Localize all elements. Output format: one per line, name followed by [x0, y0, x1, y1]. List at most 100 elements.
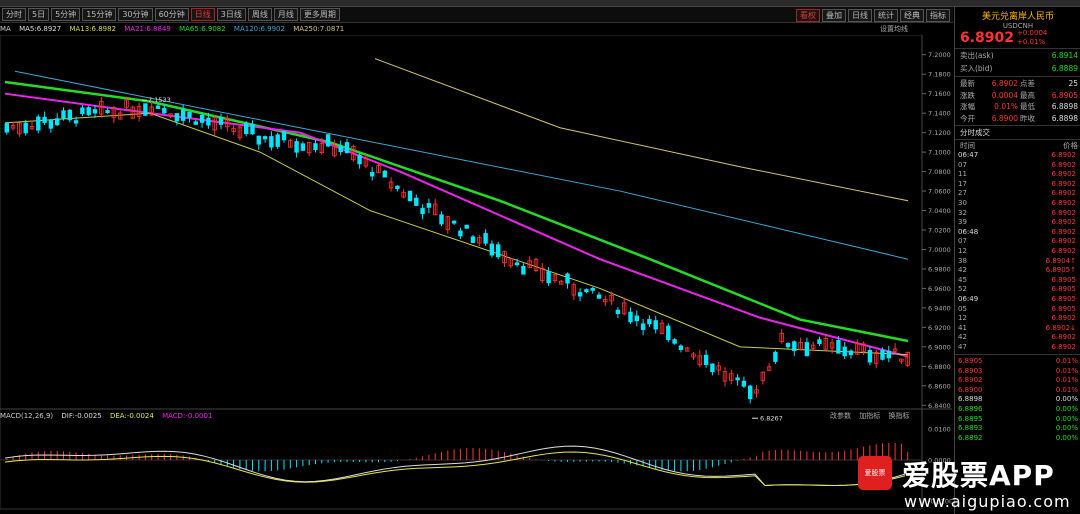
candle-body: [426, 203, 432, 208]
tick-time: 38: [958, 256, 967, 265]
ma13-value: MA13:6.8982: [69, 25, 117, 33]
bid-value: 6.8889: [1051, 64, 1078, 73]
ask-label: 卖出(ask): [960, 51, 994, 60]
candle-body: [615, 309, 621, 314]
tick-time: 06:47: [958, 151, 979, 159]
tick-price: 6.8902: [1051, 237, 1077, 246]
quote-stat-row: 今开 6.8900 昨收 6.8898: [960, 113, 1078, 124]
instrument-title: 美元兑离岸人民币: [981, 12, 1054, 22]
candle-body: [250, 123, 255, 135]
y-tick-label: 6.9200: [928, 324, 951, 332]
candle-body: [155, 105, 161, 109]
bid-label: 买入(bid): [960, 64, 993, 73]
period-button[interactable]: 更多周期: [299, 8, 340, 21]
depth-row: 6.8900 0.01%: [958, 386, 1078, 396]
kline-chart[interactable]: 7.2000 7.1800 7.1600 7.1400 7.1200 7.1000 7.08…: [0, 35, 952, 510]
period-button[interactable]: 15分钟: [82, 8, 117, 21]
period-button[interactable]: 30分钟: [118, 8, 153, 21]
candle-body: [357, 154, 362, 165]
period-button[interactable]: 周线: [247, 8, 272, 21]
chart-tool-button[interactable]: 统计: [874, 8, 898, 22]
depth-price: 6.8903: [958, 366, 983, 375]
period-button[interactable]: 3日线: [216, 8, 246, 21]
period-button[interactable]: 分时: [2, 8, 26, 21]
period-button[interactable]: 5分钟: [51, 8, 81, 21]
candle-body: [584, 289, 589, 292]
tick-price: 6.8902: [1051, 247, 1077, 255]
y-tick-label: 6.9800: [928, 265, 951, 273]
macd-axis-label: 0.0100: [928, 426, 951, 434]
ma65-line: [4, 80, 909, 343]
tick-row: 42 6.8902: [958, 333, 1076, 343]
tick-price: 6.8902: [1051, 160, 1077, 169]
candle-body: [313, 143, 318, 151]
candle-body: [804, 342, 810, 357]
y-tick-label: 6.9400: [928, 304, 951, 312]
candle-body: [817, 339, 822, 345]
tick-time: 41: [958, 323, 967, 332]
chart-tool-button[interactable]: 经典: [900, 8, 924, 22]
price-change: +0.0004 +0.01%: [1017, 29, 1047, 47]
stat-value: 0.01%: [994, 102, 1018, 111]
macd-switch-indicator-button[interactable]: 换指标: [888, 412, 909, 420]
depth-row: 6.8892 0.00%: [958, 434, 1078, 444]
stat-label: 最高: [1020, 90, 1035, 100]
candle-body: [590, 287, 595, 291]
bid-row: 买入(bid) 6.8889: [960, 63, 1078, 74]
candle-body: [653, 320, 658, 330]
candle-body: [218, 117, 224, 125]
depth-price: 6.8898: [958, 395, 983, 404]
candle-body: [565, 273, 570, 284]
ma21-line: [4, 92, 909, 358]
candle-body: [338, 145, 343, 153]
candle-body: [180, 109, 186, 121]
chart-tool-button[interactable]: 日线: [848, 8, 872, 22]
candle-body: [4, 123, 9, 133]
stat-value: 6.8898: [1051, 113, 1078, 123]
period-button[interactable]: 5日: [28, 8, 50, 21]
depth-pct: 0.01%: [1055, 376, 1078, 385]
chart-tool-button[interactable]: 指标: [926, 8, 950, 22]
candle-body: [647, 319, 652, 325]
candle-body: [281, 130, 287, 141]
candle-body: [640, 323, 646, 330]
chart-tool-button[interactable]: 看权: [796, 8, 820, 22]
candle-body: [174, 113, 180, 122]
tick-time: 52: [958, 285, 967, 294]
candle-body: [187, 111, 192, 118]
period-button[interactable]: 日线: [190, 8, 215, 21]
ma-settings[interactable]: 设置均线: [880, 24, 908, 35]
depth-pct: 0.00%: [1055, 405, 1078, 413]
tick-row: 17 6.8902: [958, 180, 1076, 190]
chart-tool-button[interactable]: 叠加: [822, 8, 846, 22]
y-tick-label: 7.1800: [928, 71, 951, 79]
y-tick-label: 7.1400: [928, 110, 951, 118]
y-tick-label: 7.2000: [928, 51, 951, 59]
period-button[interactable]: 月线: [273, 8, 298, 21]
y-tick-label: 6.8800: [928, 363, 951, 371]
ask-row: 卖出(ask) 6.8914: [960, 50, 1078, 61]
tick-row: 07 6.8902: [958, 161, 1076, 171]
depth-price: 6.8902: [958, 376, 983, 385]
macd-add-indicator-button[interactable]: 加指标: [859, 412, 880, 420]
tick-row: 12 6.8902: [958, 247, 1076, 257]
macd-tools: 改参数 加指标 换指标: [830, 411, 909, 421]
y-tick-label: 7.0200: [928, 227, 951, 235]
quote-stat-row: 涨幅 0.01% 最低 6.8898: [960, 101, 1078, 112]
candle-body: [634, 315, 639, 322]
dif-line: [4, 445, 906, 486]
ticks-title[interactable]: 分时成交: [960, 127, 990, 138]
candle-body: [703, 354, 709, 365]
quote-panel: 美元兑离岸人民币 USDCNH 6.8902 +0.0004 +0.01% 卖出…: [954, 7, 1080, 514]
ticks-header-time: 时间: [960, 141, 975, 150]
tick-price: 6.8902↓: [1045, 323, 1076, 332]
tick-row: 39 6.8902: [958, 218, 1076, 228]
period-button[interactable]: 60分钟: [154, 8, 189, 21]
watermark-url: www.aigupiao.com: [904, 492, 1071, 511]
tick-row: 45 6.8905: [958, 276, 1076, 286]
candle-body: [369, 172, 375, 177]
macd-change-params-button[interactable]: 改参数: [830, 412, 851, 420]
candle-body: [344, 142, 350, 154]
depth-row: 6.8896 0.00%: [958, 405, 1078, 415]
tick-row: 07 6.8902: [958, 237, 1076, 247]
